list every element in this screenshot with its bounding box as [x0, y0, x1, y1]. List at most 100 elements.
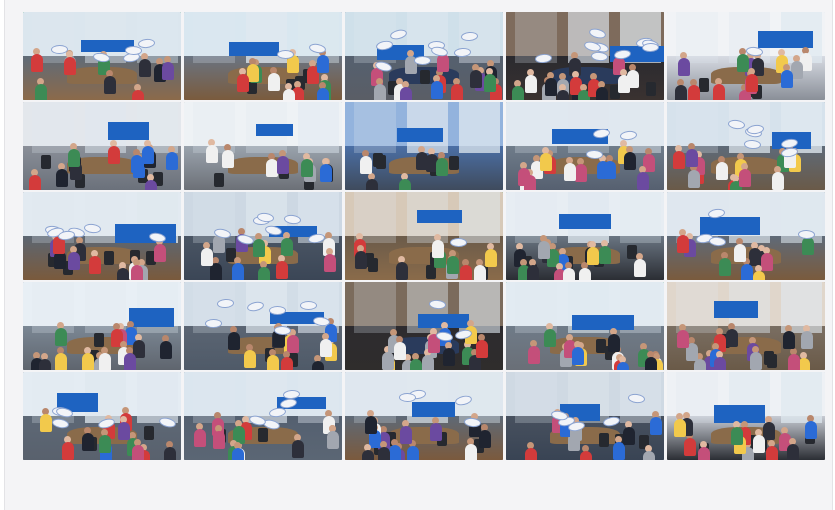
participant-body	[81, 353, 94, 370]
participant-body	[446, 255, 459, 274]
chair	[257, 427, 268, 442]
participant-body	[31, 54, 44, 73]
video-tile[interactable]	[345, 192, 503, 280]
video-tile[interactable]	[23, 282, 181, 370]
participant-body	[442, 348, 455, 367]
video-tile[interactable]	[667, 282, 825, 370]
participant-body	[801, 236, 814, 255]
video-tile[interactable]	[667, 102, 825, 190]
participant-body	[464, 444, 477, 460]
participant-body	[788, 353, 801, 370]
video-tile[interactable]	[345, 372, 503, 460]
participant-body	[210, 263, 223, 280]
video-tile[interactable]	[345, 102, 503, 190]
participant-body	[563, 163, 576, 182]
participant-body	[436, 157, 449, 176]
participant-body	[673, 419, 686, 438]
video-tile[interactable]	[506, 372, 664, 460]
participant-body	[753, 270, 766, 280]
participant-body	[117, 421, 130, 440]
participant-body	[608, 334, 621, 353]
participant-body	[319, 164, 332, 183]
participant-body	[132, 89, 145, 100]
video-tile[interactable]	[23, 12, 181, 100]
participant-body	[603, 160, 616, 179]
chair	[646, 81, 657, 96]
participant-body	[104, 75, 117, 94]
handheld-sign	[300, 300, 318, 310]
video-tile[interactable]	[667, 372, 825, 460]
participant-body	[752, 435, 765, 454]
handheld-sign	[268, 305, 286, 315]
participant-body	[578, 267, 591, 280]
participant-body	[107, 146, 120, 165]
video-tile[interactable]	[506, 192, 664, 280]
video-tile[interactable]	[506, 282, 664, 370]
participant-body	[805, 421, 818, 440]
participant-body	[718, 257, 731, 276]
participant-body	[633, 258, 646, 277]
video-tile[interactable]	[345, 12, 503, 100]
participant-body	[141, 145, 154, 164]
participant-body	[366, 178, 379, 190]
video-tile[interactable]	[23, 102, 181, 190]
participant-body	[382, 352, 395, 370]
video-tile[interactable]	[506, 12, 664, 100]
participant-body	[512, 86, 525, 100]
participant-body	[400, 87, 413, 100]
event-banner	[128, 308, 175, 327]
participant-body	[734, 244, 747, 263]
participant-body	[362, 449, 375, 460]
participant-body	[716, 162, 729, 181]
participant-body	[222, 150, 235, 169]
video-tile[interactable]	[506, 102, 664, 190]
video-tile[interactable]	[184, 282, 342, 370]
participant-body	[786, 444, 799, 460]
participant-body	[579, 450, 592, 460]
participant-body	[748, 247, 761, 266]
event-banner	[229, 42, 280, 57]
participant-body	[677, 57, 690, 76]
participant-body	[624, 152, 637, 171]
participant-body	[282, 88, 295, 100]
participant-body	[327, 431, 340, 450]
participant-body	[738, 169, 751, 188]
participant-body	[244, 349, 257, 368]
participant-body	[55, 169, 68, 188]
participant-body	[99, 434, 112, 453]
participant-body	[39, 414, 52, 433]
participant-body	[360, 156, 373, 175]
participant-body	[781, 69, 794, 88]
window-panel	[515, 192, 557, 244]
participant-body	[252, 239, 265, 258]
participant-body	[116, 267, 129, 280]
video-tile[interactable]	[345, 282, 503, 370]
participant-body	[627, 69, 640, 88]
participant-body	[166, 152, 179, 171]
participant-body	[676, 329, 689, 348]
participant-body	[730, 426, 743, 445]
participant-body	[67, 149, 80, 168]
participant-body	[300, 158, 313, 177]
event-banner	[558, 213, 611, 229]
window-panel	[354, 102, 396, 154]
chair	[104, 250, 115, 265]
participant-body	[525, 448, 538, 460]
video-tile[interactable]	[667, 12, 825, 100]
video-tile[interactable]	[184, 12, 342, 100]
video-tile[interactable]	[184, 192, 342, 280]
video-grid	[23, 12, 825, 462]
video-tile[interactable]	[23, 372, 181, 460]
video-tile[interactable]	[184, 102, 342, 190]
video-tile[interactable]	[23, 192, 181, 280]
participant-body	[644, 357, 657, 370]
participant-body	[469, 69, 482, 88]
participant-body	[524, 75, 537, 94]
chair	[40, 154, 51, 169]
chair	[213, 172, 224, 187]
participant-body	[571, 347, 584, 366]
video-tile[interactable]	[184, 372, 342, 460]
participant-body	[617, 361, 630, 370]
window-panel	[676, 102, 718, 154]
video-tile[interactable]	[667, 192, 825, 280]
